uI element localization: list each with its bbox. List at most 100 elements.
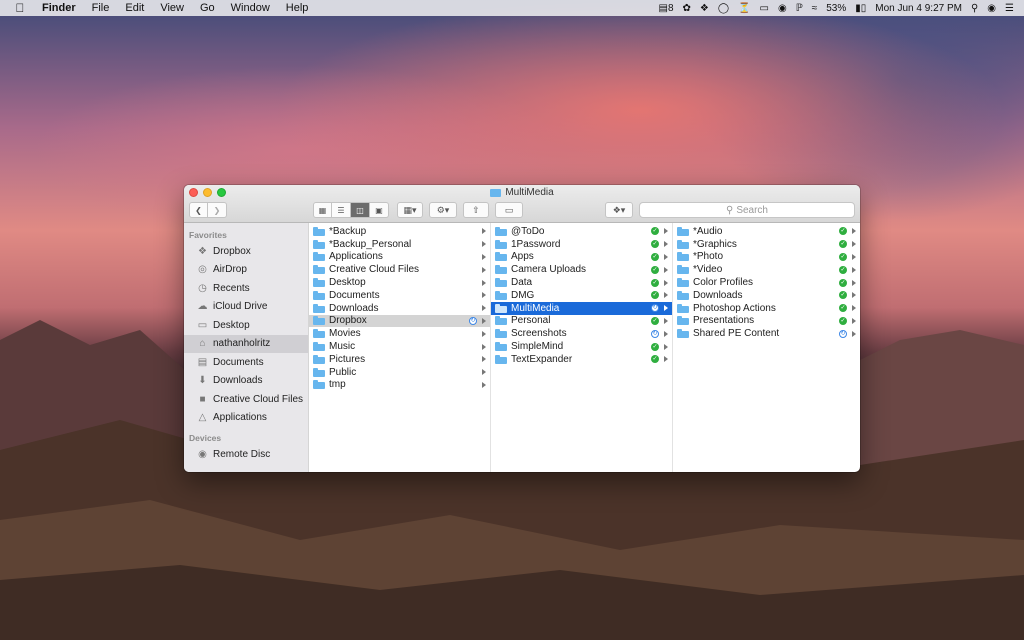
- sidebar-item-downloads[interactable]: ⬇ Downloads: [184, 372, 308, 391]
- battery-icon[interactable]: ▮▯: [855, 3, 866, 14]
- malwarebytes-icon[interactable]: ◉: [778, 3, 787, 14]
- folder-row[interactable]: Pictures: [309, 353, 490, 366]
- synced-check-icon: ✓: [651, 342, 659, 351]
- evernote-icon[interactable]: ✿: [683, 3, 691, 14]
- apple-menu-icon[interactable]: : [12, 1, 28, 15]
- arrange-button[interactable]: ▦▾: [397, 202, 423, 218]
- sidebar-item-icloud-drive[interactable]: ☁ iCloud Drive: [184, 298, 308, 317]
- menu-go[interactable]: Go: [200, 2, 215, 14]
- folder-row[interactable]: DMG ✓: [491, 289, 672, 302]
- folder-row[interactable]: Documents: [309, 289, 490, 302]
- folder-row[interactable]: Personal ✓: [491, 315, 672, 328]
- folder-row[interactable]: Camera Uploads ✓: [491, 263, 672, 276]
- folder-icon: [495, 303, 507, 313]
- folder-row[interactable]: tmp: [309, 379, 490, 392]
- airplay-icon[interactable]: ▭: [760, 3, 769, 14]
- folder-row[interactable]: Movies: [309, 327, 490, 340]
- sidebar-item-creative-cloud-files[interactable]: ■ Creative Cloud Files: [184, 390, 308, 409]
- clock[interactable]: Mon Jun 4 9:27 PM: [875, 3, 962, 14]
- folder-row[interactable]: Creative Cloud Files: [309, 263, 490, 276]
- app-menu[interactable]: Finder: [42, 2, 76, 14]
- disclosure-arrow-icon: [482, 266, 486, 273]
- folder-row[interactable]: *Graphics ✓: [673, 238, 860, 251]
- sidebar-item-recents[interactable]: ◷ Recents: [184, 279, 308, 298]
- folder-name: Desktop: [329, 277, 366, 289]
- folder-row[interactable]: *Photo ✓: [673, 251, 860, 264]
- sidebar-item-nathanholritz[interactable]: ⌂ nathanholritz: [184, 334, 308, 353]
- folder-row[interactable]: TextExpander ✓: [491, 353, 672, 366]
- folder-name: Data: [511, 277, 533, 289]
- menu-bar:  Finder File Edit View Go Window Help ▤…: [0, 0, 1024, 16]
- wifi-icon[interactable]: ≈: [812, 3, 818, 14]
- folder-name: SimpleMind: [511, 341, 564, 353]
- bluetooth-icon[interactable]: ℙ: [796, 3, 803, 14]
- sidebar-item-label: Desktop: [213, 319, 250, 331]
- folder-icon: [313, 329, 325, 339]
- battery-percent[interactable]: 53%: [826, 3, 846, 14]
- alarm-icon[interactable]: ⏳: [738, 3, 750, 14]
- folder-icon: [313, 290, 325, 300]
- sidebar-item-remote-disc[interactable]: ◉ Remote Disc: [184, 445, 308, 464]
- folder-row[interactable]: Desktop: [309, 276, 490, 289]
- action-button[interactable]: ⚙▾: [429, 202, 457, 218]
- calendar-status-icon[interactable]: ▤8: [658, 3, 673, 14]
- synced-check-icon: ✓: [839, 316, 847, 325]
- menu-file[interactable]: File: [92, 2, 110, 14]
- sidebar-item-label: Applications: [213, 412, 267, 424]
- forward-button[interactable]: ❯: [208, 202, 227, 218]
- menu-edit[interactable]: Edit: [125, 2, 144, 14]
- icon-view-button[interactable]: ▦: [313, 202, 332, 218]
- folder-row[interactable]: Dropbox ↻: [309, 314, 490, 328]
- dropbox-status-icon[interactable]: ❖: [700, 3, 709, 14]
- list-view-button[interactable]: ☰: [332, 202, 351, 218]
- dropbox-toolbar-button[interactable]: ❖▾: [605, 202, 633, 218]
- sidebar-item-dropbox[interactable]: ❖ Dropbox: [184, 242, 308, 261]
- sidebar-item-label: Documents: [213, 356, 264, 368]
- folder-row[interactable]: Apps ✓: [491, 251, 672, 264]
- sidebar-item-applications[interactable]: △ Applications: [184, 409, 308, 428]
- folder-row[interactable]: *Audio ✓: [673, 225, 860, 238]
- folder-row[interactable]: Shared PE Content ↻: [673, 327, 860, 340]
- gallery-view-button[interactable]: ▣: [370, 202, 389, 218]
- folder-name: *Graphics: [693, 238, 737, 250]
- folder-row[interactable]: Downloads ✓: [673, 289, 860, 302]
- share-button[interactable]: ⇧: [463, 202, 489, 218]
- folder-icon: [677, 265, 689, 275]
- folder-icon: [677, 303, 689, 313]
- onepassword-icon[interactable]: ◯: [718, 3, 729, 14]
- folder-row[interactable]: Color Profiles ✓: [673, 276, 860, 289]
- folder-row[interactable]: Applications: [309, 251, 490, 264]
- menu-view[interactable]: View: [160, 2, 184, 14]
- folder-row[interactable]: @ToDo ✓: [491, 225, 672, 238]
- folder-row[interactable]: MultiMedia ↻: [491, 301, 672, 315]
- spotlight-icon[interactable]: ⚲: [971, 3, 978, 14]
- sidebar-item-airdrop[interactable]: ◎ AirDrop: [184, 261, 308, 280]
- notification-center-icon[interactable]: ☰: [1005, 3, 1014, 14]
- back-button[interactable]: ❮: [189, 202, 208, 218]
- tags-button[interactable]: ▭: [495, 202, 523, 218]
- sidebar-item-desktop[interactable]: ▭ Desktop: [184, 316, 308, 335]
- synced-check-icon: ✓: [651, 291, 659, 300]
- folder-icon: [313, 252, 325, 262]
- folder-row[interactable]: Screenshots ↻: [491, 327, 672, 340]
- folder-row[interactable]: SimpleMind ✓: [491, 340, 672, 353]
- folder-row[interactable]: Presentations ✓: [673, 315, 860, 328]
- menu-help[interactable]: Help: [286, 2, 309, 14]
- column-view-button[interactable]: ◫: [351, 202, 370, 218]
- siri-icon[interactable]: ◉: [987, 3, 996, 14]
- sidebar-item-documents[interactable]: ▤ Documents: [184, 353, 308, 372]
- search-field[interactable]: ⚲ Search: [639, 202, 855, 218]
- folder-row[interactable]: *Backup_Personal: [309, 238, 490, 251]
- folder-row[interactable]: 1Password ✓: [491, 238, 672, 251]
- folder-row[interactable]: *Video ✓: [673, 263, 860, 276]
- disclosure-arrow-icon: [664, 241, 668, 248]
- syncing-icon: ↻: [651, 304, 659, 313]
- disclosure-arrow-icon: [664, 343, 668, 350]
- folder-row[interactable]: Music: [309, 340, 490, 353]
- folder-row[interactable]: Photoshop Actions ✓: [673, 302, 860, 315]
- folder-row[interactable]: Data ✓: [491, 276, 672, 289]
- folder-row[interactable]: Public: [309, 366, 490, 379]
- menu-window[interactable]: Window: [231, 2, 270, 14]
- folder-row[interactable]: Downloads: [309, 302, 490, 315]
- folder-row[interactable]: *Backup: [309, 225, 490, 238]
